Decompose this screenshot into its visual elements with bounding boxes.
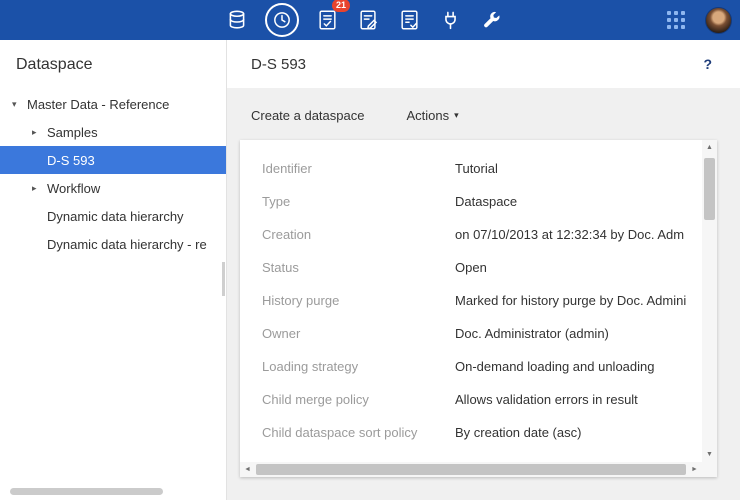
database-icon[interactable]: [224, 7, 250, 33]
actions-menu-button[interactable]: Actions ▾: [406, 108, 458, 123]
tree-item-label: Workflow: [47, 181, 100, 196]
dataspace-properties-card: Identifier Tutorial Type Dataspace Creat…: [240, 140, 717, 477]
tree-item-label: D-S 593: [47, 153, 95, 168]
property-label: Child merge policy: [262, 392, 455, 407]
document-check-icon[interactable]: [396, 7, 422, 33]
top-navigation-bar: 21: [0, 0, 740, 40]
dataspace-tree: ▾ Master Data - Reference ▸ Samples D-S …: [0, 88, 226, 258]
task-count-badge: 21: [332, 0, 350, 12]
plug-icon[interactable]: [437, 7, 463, 33]
scrollbar-corner: [702, 462, 717, 477]
property-label: Creation: [262, 227, 455, 242]
wrench-icon[interactable]: [478, 7, 504, 33]
property-label: Loading strategy: [262, 359, 455, 374]
property-row-status: Status Open: [240, 251, 702, 284]
property-row-child-merge-policy: Child merge policy Allows validation err…: [240, 383, 702, 416]
tree-item-dynamic-data-hierarchy[interactable]: Dynamic data hierarchy: [0, 202, 226, 230]
property-value: Marked for history purge by Doc. Admini: [455, 293, 702, 308]
property-label: Identifier: [262, 161, 455, 176]
tree-collapsed-icon[interactable]: ▸: [32, 127, 47, 138]
tree-item-samples[interactable]: ▸ Samples: [0, 118, 226, 146]
user-avatar[interactable]: [705, 7, 732, 34]
help-button[interactable]: ?: [699, 54, 716, 74]
edit-document-icon[interactable]: [355, 7, 381, 33]
scroll-up-icon[interactable]: ▲: [702, 140, 717, 155]
chevron-down-icon: ▾: [454, 110, 459, 121]
property-value: Dataspace: [455, 194, 702, 209]
property-label: History purge: [262, 293, 455, 308]
topbar-icon-group: 21: [224, 0, 504, 40]
apps-grid-icon[interactable]: [663, 7, 689, 33]
property-value: on 07/10/2013 at 12:32:34 by Doc. Adm: [455, 227, 702, 242]
sidebar-horizontal-scrollbar[interactable]: [10, 488, 163, 495]
card-vertical-scrollbar[interactable]: ▲ ▼: [702, 140, 717, 462]
tree-item-label: Samples: [47, 125, 98, 140]
page-title: D-S 593: [251, 56, 306, 73]
main-header: D-S 593 ?: [227, 40, 740, 88]
tree-item-label: Master Data - Reference: [27, 97, 169, 112]
property-value: Allows validation errors in result: [455, 392, 702, 407]
tree-expanded-icon[interactable]: ▾: [12, 99, 27, 110]
dataspace-sidebar: Dataspace ▾ Master Data - Reference ▸ Sa…: [0, 40, 227, 500]
clock-icon-active[interactable]: [265, 3, 299, 37]
tasks-icon[interactable]: 21: [314, 7, 340, 33]
scroll-left-icon[interactable]: ◄: [240, 462, 255, 477]
properties-list: Identifier Tutorial Type Dataspace Creat…: [240, 140, 702, 462]
main-content: D-S 593 ? Create a dataspace Actions ▾ I…: [227, 40, 740, 500]
property-label: Child dataspace sort policy: [262, 425, 455, 440]
property-row-child-sort-policy: Child dataspace sort policy By creation …: [240, 416, 702, 449]
sidebar-title: Dataspace: [0, 40, 226, 88]
tree-item-label: Dynamic data hierarchy - re: [47, 237, 207, 252]
card-horizontal-scrollbar[interactable]: ◄ ►: [240, 462, 702, 477]
property-row-owner: Owner Doc. Administrator (admin): [240, 317, 702, 350]
tree-item-workflow[interactable]: ▸ Workflow: [0, 174, 226, 202]
tree-item-ds-593[interactable]: D-S 593: [0, 146, 226, 174]
property-label: Status: [262, 260, 455, 275]
property-value: Tutorial: [455, 161, 702, 176]
scroll-down-icon[interactable]: ▼: [702, 447, 717, 462]
tree-collapsed-icon[interactable]: ▸: [32, 183, 47, 194]
topbar-right-group: [663, 0, 732, 40]
tree-item-master-data-reference[interactable]: ▾ Master Data - Reference: [0, 90, 226, 118]
create-dataspace-button[interactable]: Create a dataspace: [251, 108, 364, 123]
dataspace-toolbar: Create a dataspace Actions ▾: [227, 88, 740, 123]
property-row-history-purge: History purge Marked for history purge b…: [240, 284, 702, 317]
actions-menu-label: Actions: [406, 108, 449, 123]
tree-item-label: Dynamic data hierarchy: [47, 209, 184, 224]
property-label: Owner: [262, 326, 455, 341]
property-row-loading-strategy: Loading strategy On-demand loading and u…: [240, 350, 702, 383]
property-value: By creation date (asc): [455, 425, 702, 440]
horizontal-scrollbar-thumb[interactable]: [256, 464, 686, 475]
property-value: Doc. Administrator (admin): [455, 326, 702, 341]
property-row-identifier: Identifier Tutorial: [240, 152, 702, 185]
scroll-right-icon[interactable]: ►: [687, 462, 702, 477]
property-label: Type: [262, 194, 455, 209]
property-row-type: Type Dataspace: [240, 185, 702, 218]
vertical-scrollbar-thumb[interactable]: [704, 158, 715, 220]
tree-item-dynamic-data-hierarchy-re[interactable]: Dynamic data hierarchy - re: [0, 230, 226, 258]
property-value: Open: [455, 260, 702, 275]
property-row-creation: Creation on 07/10/2013 at 12:32:34 by Do…: [240, 218, 702, 251]
sidebar-vertical-scrollbar-thumb[interactable]: [222, 262, 225, 296]
property-value: On-demand loading and unloading: [455, 359, 702, 374]
